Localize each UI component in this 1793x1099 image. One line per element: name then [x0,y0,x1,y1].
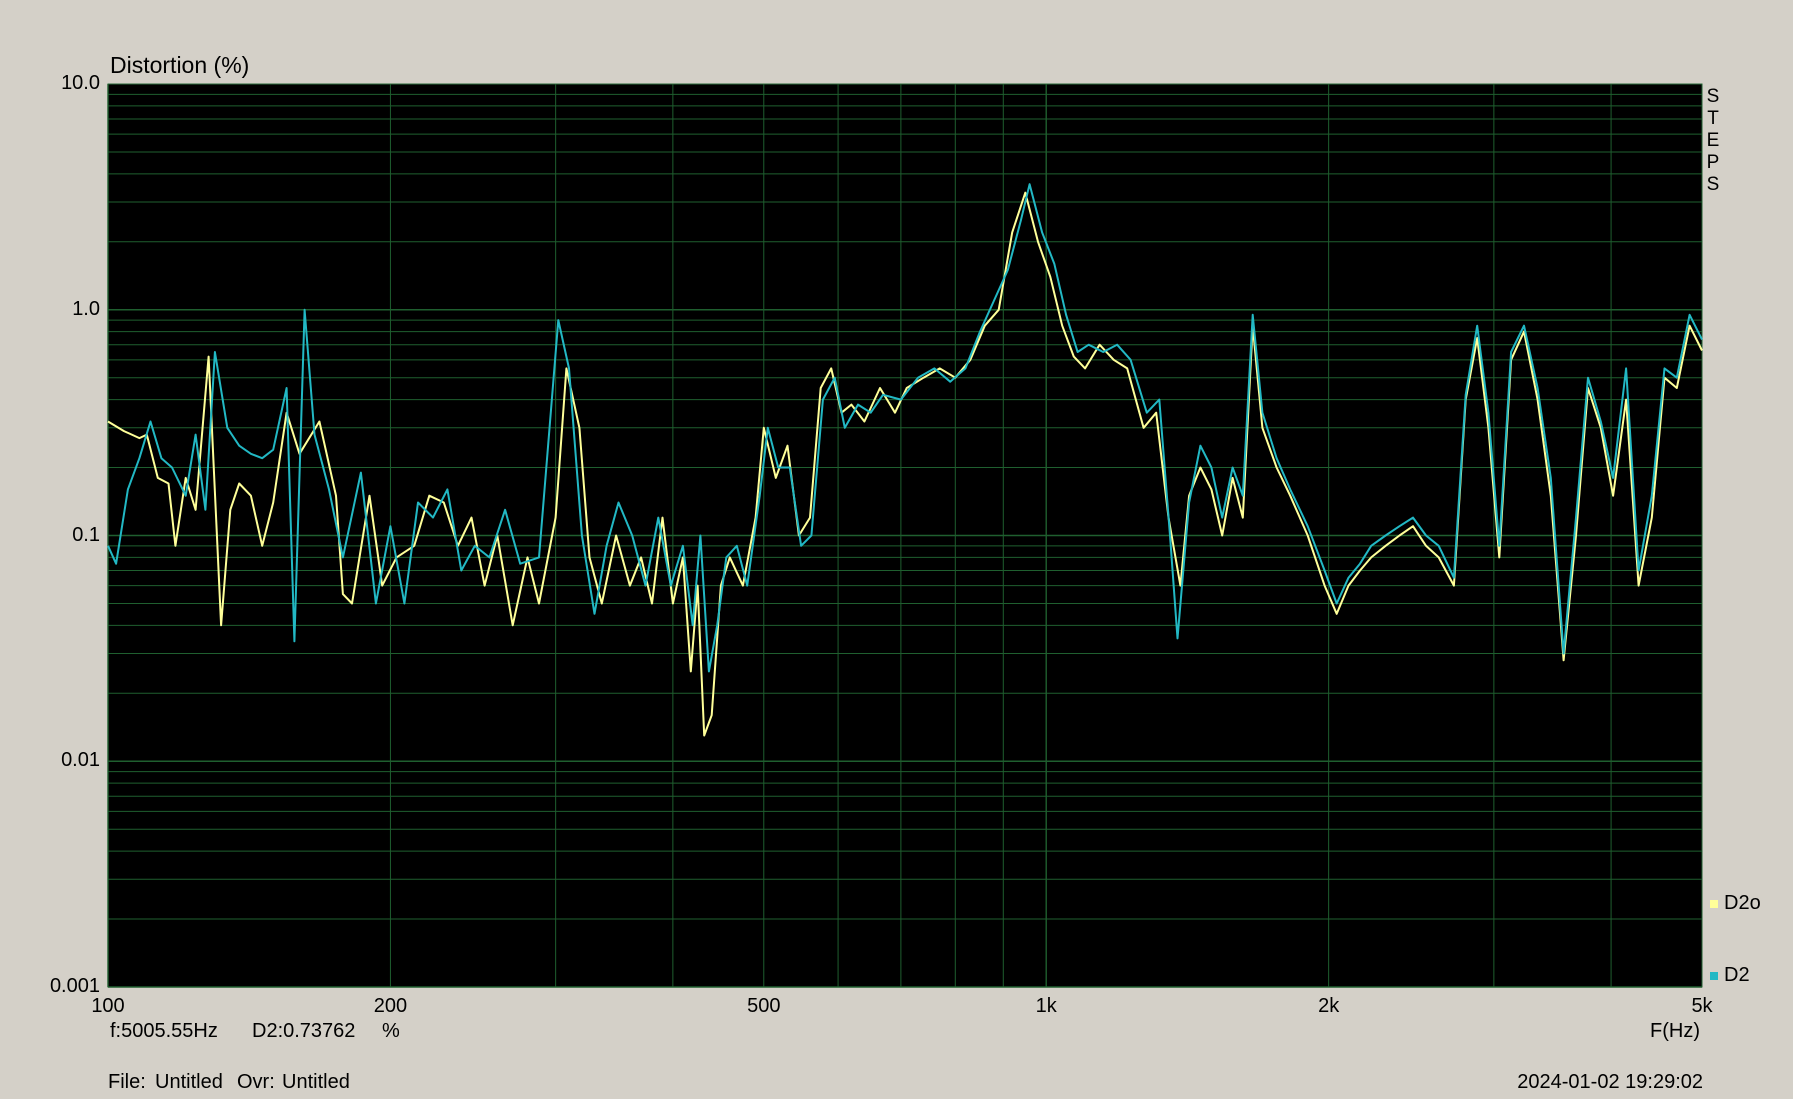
x-tick-label: 2k [1318,995,1340,1017]
legend-swatch-d2o [1710,899,1718,908]
overlay-label: Ovr: [237,1071,275,1093]
legend-item-d2o[interactable]: D2o [1710,892,1761,915]
x-tick-label: 500 [747,995,781,1017]
y-tick-label: 10.0 [61,72,100,94]
file-label: File: [108,1071,146,1093]
y-tick-label: 0.01 [61,749,100,772]
legend-label-d2o: D2o [1724,892,1761,914]
y-axis-label: Distortion (%) [110,52,250,78]
timestamp: 2024-01-02 19:29:02 [1517,1071,1703,1093]
y-tick-label: 0.1 [72,523,100,546]
x-tick-label: 100 [91,995,125,1017]
x-axis-label: F(Hz) [1650,1020,1700,1042]
cursor-distortion-readout: D2:0.73762 [252,1020,356,1042]
steps-letter: S [1706,174,1720,195]
overlay-name: Untitled [282,1071,350,1093]
x-tick-label: 1k [1035,995,1057,1017]
legend-item-d2[interactable]: D2 [1710,964,1750,987]
steps-letter: S [1706,86,1720,107]
steps-letter: P [1706,152,1720,173]
legend-label-d2: D2 [1724,964,1750,986]
steps-letter: T [1707,108,1719,129]
x-tick-label: 200 [373,995,408,1017]
distortion-chart [107,83,1703,988]
steps-indicator[interactable]: STEPS [1706,86,1720,196]
y-tick-label: 1.0 [72,297,100,320]
cursor-unit-readout: % [382,1020,400,1042]
legend-swatch-d2 [1710,971,1718,980]
steps-letter: E [1706,130,1720,151]
x-tick-label: 5k [1691,995,1713,1017]
file-name: Untitled [155,1071,223,1093]
cursor-frequency-readout: f:5005.55Hz [110,1020,218,1042]
